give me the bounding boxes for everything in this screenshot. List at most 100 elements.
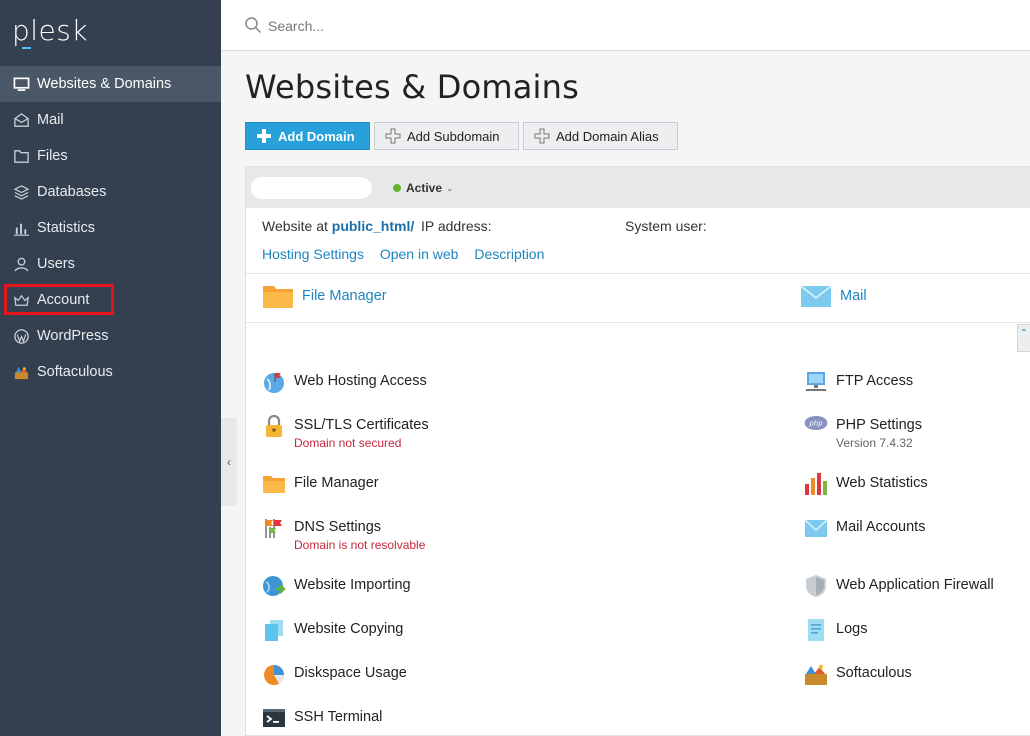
add-domain-alias-button[interactable]: Add Domain Alias (523, 122, 678, 150)
ftp-icon (806, 372, 826, 391)
sidebar-item-mail[interactable]: Mail (0, 102, 221, 138)
domain-card-header: Active ⌄ (246, 167, 1030, 208)
tool-ssh-terminal[interactable]: SSH Terminal (262, 709, 382, 730)
description-link[interactable]: Description (474, 246, 544, 262)
website-at-info: Website at public_html/ (262, 218, 414, 234)
copy-icon (265, 620, 283, 641)
plus-icon (257, 129, 271, 143)
dns-status-warning: Domain is not resolvable (294, 538, 426, 552)
tool-ssl-tls-certificates[interactable]: SSL/TLS Certificates Domain not secured (262, 414, 429, 450)
tool-website-importing[interactable]: Website Importing (262, 576, 411, 598)
quick-mail[interactable]: Mail (800, 283, 867, 309)
quick-file-manager-label: File Manager (302, 288, 387, 304)
sidebar-item-label: Files (37, 148, 68, 164)
tool-php-settings[interactable]: php PHP Settings Version 7.4.32 (804, 416, 922, 450)
tool-ftp-access[interactable]: FTP Access (804, 372, 914, 394)
search-icon (245, 17, 262, 34)
sidebar-nav: Websites & Domains Mail Files Databases … (0, 66, 221, 390)
add-domain-button[interactable]: Add Domain (245, 122, 370, 150)
sidebar: plesk Websites & Domains Mail Files Data… (0, 0, 221, 736)
divider (246, 322, 1030, 323)
wordpress-icon (12, 327, 30, 345)
chevron-up-icon: ⌃ (1019, 328, 1029, 339)
folder-icon (263, 476, 285, 493)
divider (246, 273, 1030, 274)
tool-web-application-firewall[interactable]: Web Application Firewall (804, 575, 994, 598)
sidebar-item-statistics[interactable]: Statistics (0, 210, 221, 246)
php-icon: php (804, 416, 828, 430)
envelope-icon (12, 111, 30, 129)
folder-icon (263, 286, 293, 308)
add-subdomain-label: Add Subdomain (407, 128, 500, 144)
tool-label: SSH Terminal (294, 709, 383, 725)
tool-diskspace-usage[interactable]: Diskspace Usage (262, 665, 407, 686)
tool-label: SSL/TLS Certificates (294, 417, 429, 433)
plus-outline-icon (534, 128, 550, 144)
status-dropdown[interactable]: Active ⌄ (393, 181, 454, 195)
tool-label: Softaculous (836, 665, 912, 681)
sidebar-item-label: Databases (37, 184, 107, 200)
sidebar-item-databases[interactable]: Databases (0, 174, 221, 210)
sidebar-item-users[interactable]: Users (0, 246, 221, 282)
tool-label: Diskspace Usage (294, 665, 407, 681)
domain-card: Active ⌄ Website at public_html/ IP addr… (245, 166, 1030, 736)
sidebar-item-label: Websites & Domains (37, 76, 172, 92)
search-input[interactable] (268, 14, 668, 38)
status-label: Active (406, 181, 443, 195)
tool-file-manager[interactable]: File Manager (262, 475, 379, 496)
sidebar-item-softaculous[interactable]: Softaculous (0, 354, 221, 390)
shield-icon (806, 575, 826, 597)
terminal-icon (263, 709, 285, 727)
sidebar-item-label: Users (37, 256, 75, 272)
add-subdomain-button[interactable]: Add Subdomain (374, 122, 519, 150)
collapse-tools-button[interactable]: ⌃ (1017, 324, 1030, 352)
status-dot-icon (393, 184, 401, 192)
sidebar-item-label: WordPress (37, 328, 109, 344)
globe-flag-icon (264, 373, 284, 393)
open-in-web-link[interactable]: Open in web (380, 246, 459, 262)
tool-mail-accounts[interactable]: Mail Accounts (804, 519, 925, 540)
domain-name[interactable] (251, 177, 372, 199)
tool-label: DNS Settings (294, 519, 382, 535)
pie-icon (264, 665, 285, 685)
tool-dns-settings[interactable]: DNS Settings Domain is not resolvable (262, 519, 425, 552)
plesk-logo[interactable]: plesk (12, 14, 88, 49)
php-version: Version 7.4.32 (836, 436, 913, 450)
quick-file-manager[interactable]: File Manager (262, 283, 387, 309)
lock-icon (266, 414, 282, 437)
tool-label: Web Hosting Access (294, 373, 427, 389)
tool-logs[interactable]: Logs (804, 619, 868, 642)
tool-label: FTP Access (836, 373, 914, 389)
add-domain-label: Add Domain (278, 128, 355, 144)
globe-import-icon (263, 576, 286, 596)
tool-label: Web Statistics (836, 475, 928, 491)
user-icon (12, 255, 30, 273)
tool-label: Mail Accounts (836, 519, 926, 535)
sidebar-collapse-button[interactable]: ‹ (221, 418, 237, 506)
chevron-left-icon: ‹ (227, 455, 231, 469)
envelope-icon (800, 285, 832, 307)
system-user-label: System user: (625, 218, 707, 234)
website-path-link[interactable]: public_html/ (332, 218, 414, 234)
add-domain-alias-label: Add Domain Alias (556, 128, 659, 144)
quick-mail-label: Mail (840, 288, 867, 304)
tool-web-hosting-access[interactable]: Web Hosting Access (262, 373, 427, 394)
tool-softaculous[interactable]: Softaculous (804, 664, 912, 686)
tool-label: PHP Settings (836, 417, 922, 433)
sidebar-item-websites-domains[interactable]: Websites & Domains (0, 66, 221, 102)
account-highlight-box (4, 284, 114, 315)
tool-label: Logs (836, 621, 868, 637)
envelope-icon (804, 519, 828, 537)
tool-web-statistics[interactable]: Web Statistics (804, 473, 928, 496)
sidebar-item-wordpress[interactable]: WordPress (0, 318, 221, 354)
hosting-settings-link[interactable]: Hosting Settings (262, 246, 364, 262)
dns-flags-icon (265, 519, 282, 538)
ip-address-label: IP address: (421, 218, 492, 234)
sidebar-item-files[interactable]: Files (0, 138, 221, 174)
tool-website-copying[interactable]: Website Copying (262, 620, 404, 642)
domain-links: Hosting Settings Open in web Description (262, 246, 556, 262)
tool-label: Website Copying (294, 621, 404, 637)
page-title: Websites & Domains (245, 68, 579, 106)
tool-label: Website Importing (294, 577, 411, 593)
softaculous-icon (12, 363, 30, 381)
